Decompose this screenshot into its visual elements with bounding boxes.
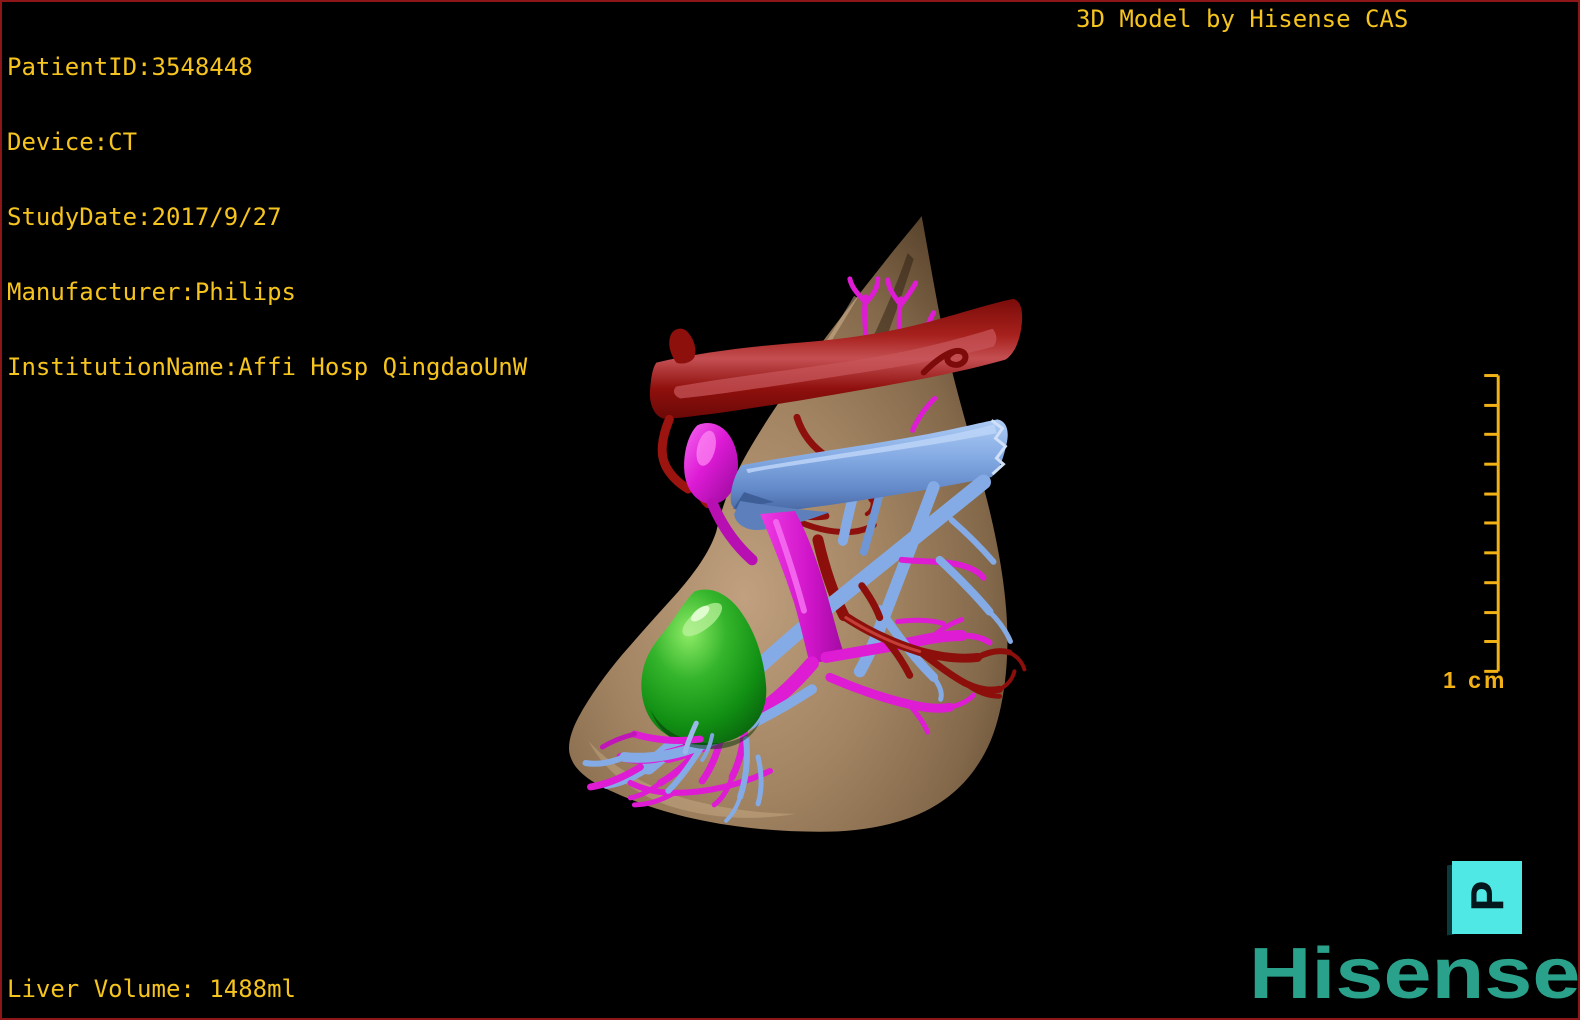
liver-volume-label: Liver Volume: 1488ml: [7, 975, 296, 1003]
patient-id-line: PatientID:3548448: [7, 53, 253, 81]
study-date-line: StudyDate:2017/9/27: [7, 203, 282, 231]
orientation-letter-posterior: P: [1461, 880, 1513, 911]
orientation-cube-front-face[interactable]: P: [1452, 861, 1522, 934]
scale-ruler: [1484, 374, 1500, 673]
orientation-cube[interactable]: P: [1444, 855, 1524, 937]
hisense-logo: Hisense: [1249, 934, 1580, 1014]
institution-line: InstitutionName:Affi Hosp QingdaoUnW: [7, 353, 528, 381]
scale-bar-label: 1 cm: [1443, 667, 1508, 693]
viewer-window: { "window": { "background": "#000000", "…: [0, 0, 1580, 1020]
device-line: Device:CT: [7, 128, 138, 156]
manufacturer-line: Manufacturer:Philips: [7, 278, 296, 306]
view-title: 3D Model by Hisense CAS: [1076, 5, 1409, 33]
patient-info-block: PatientID:3548448 Device:CT StudyDate:20…: [7, 5, 527, 405]
